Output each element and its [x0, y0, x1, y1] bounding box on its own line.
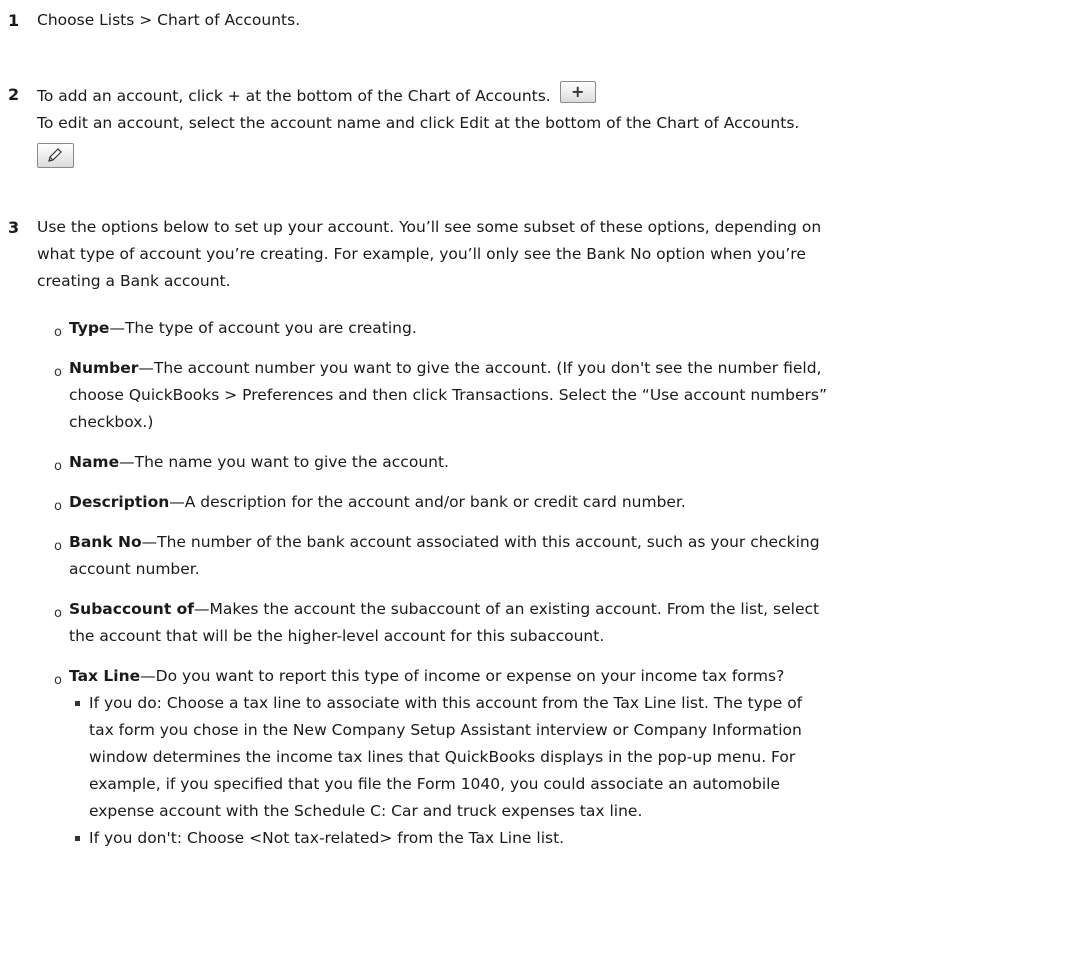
step-number: 2: [8, 85, 20, 104]
step-text-line: Use the options below to set up your acc…: [37, 218, 822, 236]
step-text: Choose Lists > Chart of Accounts.: [37, 11, 301, 29]
list-item-line: expense account with the Schedule C: Car…: [89, 802, 643, 820]
circle-bullet-icon: o: [54, 539, 62, 554]
circle-bullet-icon: o: [54, 673, 62, 688]
option-bank-no: o Bank No—The number of the bank account…: [54, 529, 1039, 583]
option-number: o Number—The account number you want to …: [54, 355, 1039, 436]
step-1: 1 Choose Lists > Chart of Accounts.: [8, 7, 1047, 34]
option-description: —The number of the bank account associat…: [141, 533, 820, 551]
option-term: Type: [69, 319, 110, 337]
step-text-add: To add an account, click + at the bottom…: [37, 81, 1047, 110]
list-item-line: If you don't: Choose <Not tax-related> f…: [89, 829, 565, 847]
step-3: 3 Use the options below to set up your a…: [8, 214, 1047, 295]
list-item-line: If you do: Choose a tax line to associat…: [89, 694, 803, 712]
list-item: If you do: Choose a tax line to associat…: [69, 690, 1039, 825]
option-type: o Type—The type of account you are creat…: [54, 315, 1039, 342]
option-name: o Name—The name you want to give the acc…: [54, 449, 1039, 476]
option-term: Number: [69, 359, 139, 377]
option-description-line: account number.: [69, 560, 200, 578]
option-term: Description: [69, 493, 170, 511]
step-text-line: what type of account you’re creating. Fo…: [37, 245, 806, 263]
option-description-line: checkbox.): [69, 413, 154, 431]
option-description: —Do you want to report this type of inco…: [140, 667, 785, 685]
circle-bullet-icon: o: [54, 325, 62, 340]
option-description: o Description—A description for the acco…: [54, 489, 1039, 516]
edit-account-button[interactable]: [37, 143, 74, 168]
add-account-instruction: To add an account, click + at the bottom…: [37, 87, 551, 105]
list-item-line: example, if you specified that you file …: [89, 775, 780, 793]
square-bullet-icon: [75, 836, 80, 841]
option-description: —A description for the account and/or ba…: [169, 493, 686, 511]
step-number: 3: [8, 218, 20, 237]
option-description: —The type of account you are creating.: [109, 319, 417, 337]
list-item-line: tax form you chose in the New Company Se…: [89, 721, 802, 739]
option-subaccount-of: o Subaccount of—Makes the account the su…: [54, 596, 1039, 650]
circle-bullet-icon: o: [54, 365, 62, 380]
pencil-icon: [48, 148, 62, 162]
circle-bullet-icon: o: [54, 459, 62, 474]
tax-line-subitems: If you do: Choose a tax line to associat…: [69, 690, 1039, 852]
option-term: Tax Line: [69, 667, 141, 685]
account-options-list: o Type—The type of account you are creat…: [54, 315, 1039, 865]
step-2: 2 To add an account, click + at the bott…: [8, 81, 1047, 168]
circle-bullet-icon: o: [54, 499, 62, 514]
square-bullet-icon: [75, 701, 80, 706]
plus-icon: +: [570, 82, 585, 101]
option-description: —The name you want to give the account.: [119, 453, 449, 471]
edit-account-instruction: To edit an account, select the account n…: [37, 114, 800, 132]
list-item-line: window determines the income tax lines t…: [89, 748, 796, 766]
step-text-line: creating a Bank account.: [37, 272, 231, 290]
option-tax-line: o Tax Line—Do you want to report this ty…: [54, 663, 1039, 852]
option-term: Subaccount of: [69, 600, 195, 618]
option-description-line: the account that will be the higher-leve…: [69, 627, 605, 645]
option-description: —Makes the account the subaccount of an …: [194, 600, 820, 618]
circle-bullet-icon: o: [54, 606, 62, 621]
option-term: Name: [69, 453, 120, 471]
step-number: 1: [8, 11, 20, 30]
option-description-line: choose QuickBooks > Preferences and then…: [69, 386, 827, 404]
add-account-button[interactable]: +: [559, 81, 596, 103]
option-description: —The account number you want to give the…: [138, 359, 822, 377]
list-item: If you don't: Choose <Not tax-related> f…: [69, 825, 1039, 852]
option-term: Bank No: [69, 533, 142, 551]
